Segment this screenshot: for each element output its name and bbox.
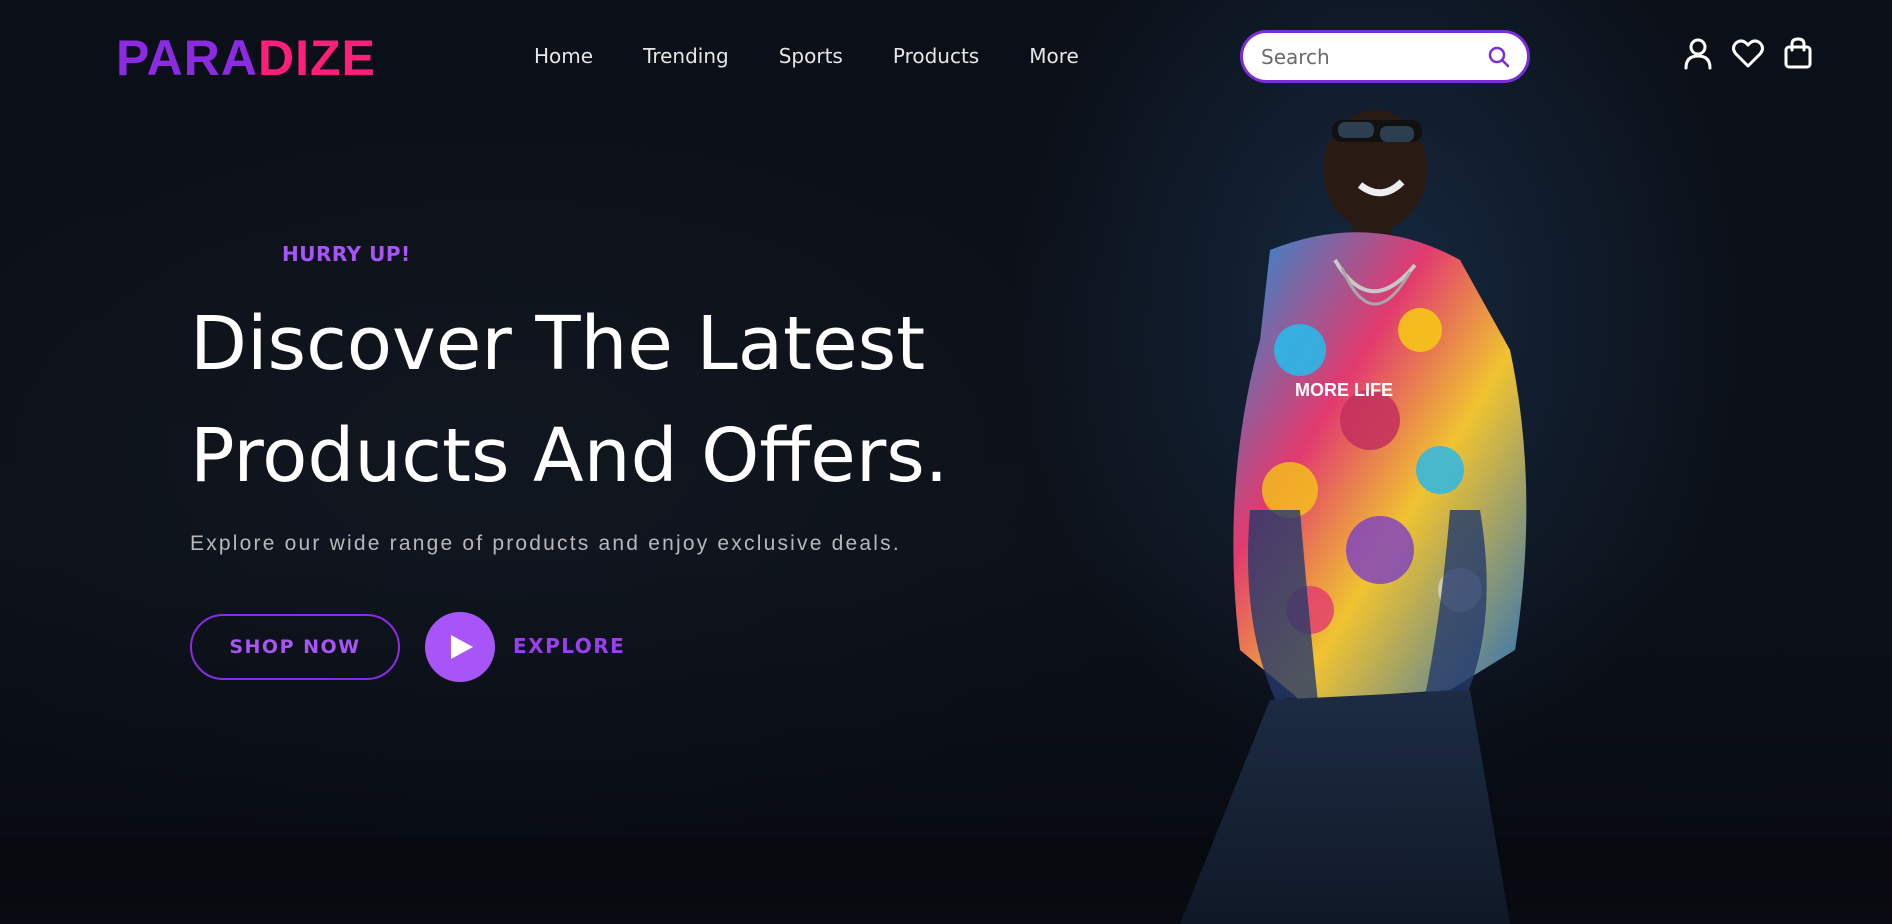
logo-part-1: PARA <box>116 30 258 86</box>
user-icon[interactable] <box>1681 36 1715 70</box>
hero-eyebrow: HURRY UP! <box>282 242 411 266</box>
nav-more[interactable]: More <box>1029 42 1079 70</box>
hero-title-line-1: Discover The Latest <box>190 301 926 387</box>
hero-floor <box>0 838 1892 924</box>
brand-logo[interactable]: PARADIZE <box>116 30 376 86</box>
nav-home[interactable]: Home <box>534 42 593 70</box>
site-header: PARADIZE Home Trending Sports Products M… <box>0 0 1892 112</box>
shop-now-button[interactable]: SHOP NOW <box>190 614 400 680</box>
main-nav: Home Trending Sports Products More <box>534 42 1129 70</box>
hero-subtitle: Explore our wide range of products and e… <box>190 532 901 555</box>
search-input[interactable] <box>1261 42 1481 72</box>
play-icon <box>451 635 473 659</box>
logo-part-2: DIZE <box>257 30 376 86</box>
hoodie-print-text: MORE LIFE <box>1295 380 1393 400</box>
hero-title: Discover The Latest Products And Offers. <box>190 288 1010 512</box>
nav-products[interactable]: Products <box>893 42 979 70</box>
nav-trending[interactable]: Trending <box>643 42 729 70</box>
heart-icon[interactable] <box>1731 36 1765 70</box>
play-button[interactable] <box>425 612 495 682</box>
shopping-bag-icon[interactable] <box>1781 36 1815 70</box>
explore-link[interactable]: EXPLORE <box>513 634 625 658</box>
hero-title-line-2: Products And Offers. <box>190 413 949 499</box>
search-icon[interactable] <box>1487 45 1511 69</box>
search-box <box>1240 30 1530 83</box>
nav-sports[interactable]: Sports <box>779 42 843 70</box>
hero-model-image: MORE LIFE <box>1180 110 1527 924</box>
